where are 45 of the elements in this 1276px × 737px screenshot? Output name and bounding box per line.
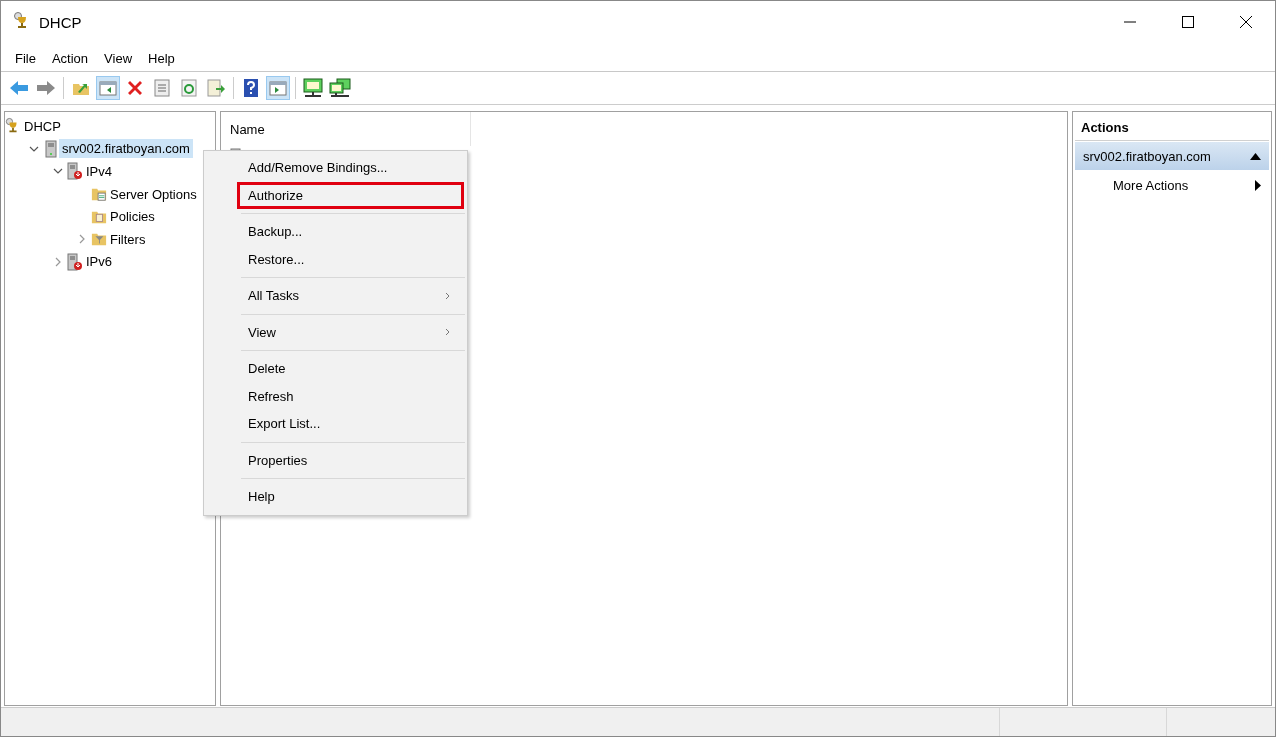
window-title: DHCP xyxy=(39,13,82,31)
action-pane-icon xyxy=(269,80,287,96)
properties-sheet-icon xyxy=(154,79,170,97)
tree-item[interactable]: IPv4 xyxy=(83,162,115,181)
monitors-icon xyxy=(329,78,351,98)
tree-item[interactable]: srv002.firatboyan.com xyxy=(59,139,193,159)
menu-item[interactable]: All Tasks xyxy=(236,282,464,310)
toolbar-button[interactable] xyxy=(328,76,352,100)
tree-item[interactable]: Policies xyxy=(107,207,158,227)
menu-item[interactable]: Properties xyxy=(236,446,464,474)
column-header[interactable]: Name xyxy=(221,112,471,146)
toolbar-button[interactable] xyxy=(301,76,325,100)
maximize-icon[interactable] xyxy=(1182,16,1194,28)
menu-item[interactable]: View xyxy=(236,318,464,346)
server-icon xyxy=(45,139,57,158)
menu-bar-item[interactable]: File xyxy=(7,48,44,66)
tree-item[interactable]: IPv6 xyxy=(83,252,115,272)
server-warning-icon xyxy=(67,252,83,271)
close-icon[interactable] xyxy=(1240,16,1252,28)
menu-item[interactable]: Export List... xyxy=(236,410,464,438)
back-arrow-icon xyxy=(9,80,29,96)
forward-arrow-icon xyxy=(36,80,56,96)
action-section-header[interactable]: srv002.firatboyan.com xyxy=(1075,142,1269,170)
refresh-icon xyxy=(181,79,197,97)
action-link[interactable]: More Actions xyxy=(1075,170,1269,200)
menu-item[interactable]: Delete xyxy=(236,355,464,383)
menu-item[interactable]: Add/Remove Bindings... xyxy=(236,154,464,182)
menu-bar-item[interactable]: Help xyxy=(140,48,183,66)
help-icon xyxy=(243,78,259,98)
pane-title: Actions xyxy=(1075,114,1269,141)
monitor-icon xyxy=(302,78,324,98)
menu-item[interactable]: Refresh xyxy=(236,382,464,410)
menu-item[interactable]: Backup... xyxy=(236,218,464,246)
delete-icon xyxy=(126,79,144,97)
menu-bar-item[interactable]: View xyxy=(96,48,141,66)
menu-item[interactable]: Authorize xyxy=(237,181,464,209)
tree-item[interactable]: Filters xyxy=(107,229,149,249)
export-list-icon xyxy=(207,79,225,97)
menu-bar-item[interactable]: Action xyxy=(43,48,97,66)
menu-item[interactable]: Help xyxy=(236,483,464,511)
server-warning-icon xyxy=(67,162,83,181)
tree-item[interactable]: DHCP xyxy=(21,116,64,136)
tree-item[interactable]: Server Options xyxy=(107,184,200,204)
menu-item[interactable]: Restore... xyxy=(236,245,464,273)
console-tree-icon xyxy=(99,80,117,96)
